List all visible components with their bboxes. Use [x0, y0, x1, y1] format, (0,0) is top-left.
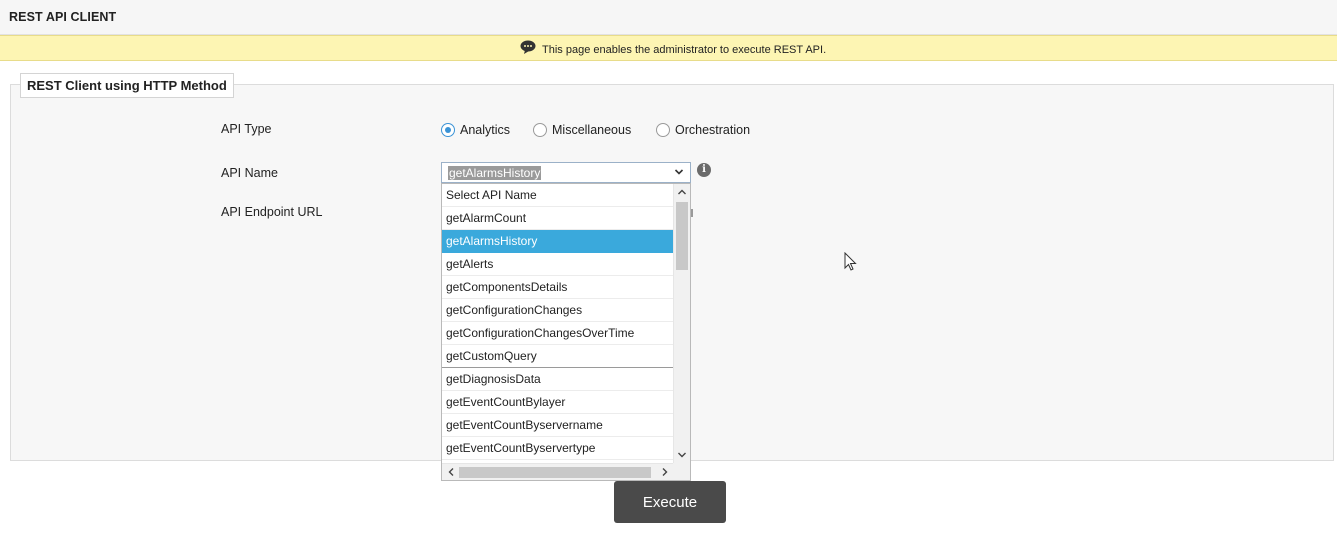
radio-miscellaneous-circle[interactable]	[533, 123, 547, 137]
radio-orchestration-label: Orchestration	[675, 123, 751, 137]
radio-orchestration-circle[interactable]	[656, 123, 670, 137]
info-message: This page enables the administrator to e…	[542, 44, 827, 56]
option-select-api-name[interactable]: Select API Name	[442, 184, 674, 207]
option-get-components-details[interactable]: getComponentsDetails	[442, 276, 674, 299]
mouse-pointer-icon	[844, 252, 857, 271]
radio-miscellaneous-label: Miscellaneous	[552, 123, 632, 137]
api-name-options[interactable]: Select API Name getAlarmCount getAlarmsH…	[442, 184, 674, 464]
title-bar: REST API CLIENT	[0, 0, 1337, 35]
horizontal-scrollbar[interactable]	[442, 463, 674, 480]
chevron-down-icon[interactable]	[674, 167, 684, 177]
scroll-up-icon[interactable]	[677, 187, 687, 197]
info-bar: This page enables the administrator to e…	[0, 35, 1337, 61]
api-type-label: API Type	[221, 122, 272, 136]
option-get-alarms-history[interactable]: getAlarmsHistory	[442, 230, 674, 253]
api-name-label: API Name	[221, 166, 278, 180]
scroll-right-icon[interactable]	[660, 467, 670, 477]
option-get-configuration-changes[interactable]: getConfigurationChanges	[442, 299, 674, 322]
info-icon[interactable]: i	[697, 163, 711, 177]
option-get-event-count-byservertype[interactable]: getEventCountByservertype	[442, 437, 674, 460]
radio-miscellaneous[interactable]: Miscellaneous	[533, 122, 631, 138]
option-get-event-count-byservername[interactable]: getEventCountByservername	[442, 414, 674, 437]
vertical-scrollbar[interactable]	[673, 184, 690, 464]
execute-button[interactable]: Execute	[614, 481, 726, 523]
page-title: REST API CLIENT	[9, 10, 117, 24]
option-get-alarm-count[interactable]: getAlarmCount	[442, 207, 674, 230]
radio-analytics-circle[interactable]	[441, 123, 455, 137]
api-name-selected-value: getAlarmsHistory	[448, 166, 542, 180]
scroll-down-icon[interactable]	[677, 450, 687, 460]
hidden-control-edge	[691, 209, 693, 217]
speech-bubble-icon	[520, 40, 536, 54]
scroll-left-icon[interactable]	[446, 467, 456, 477]
radio-analytics[interactable]: Analytics	[441, 122, 510, 138]
horizontal-scroll-thumb[interactable]	[459, 467, 651, 478]
panel-legend: REST Client using HTTP Method	[20, 73, 234, 98]
vertical-scroll-thumb[interactable]	[676, 202, 688, 270]
option-get-diagnosis-data[interactable]: getDiagnosisData	[442, 368, 674, 391]
option-get-custom-query[interactable]: getCustomQuery	[442, 345, 674, 368]
option-get-alerts[interactable]: getAlerts	[442, 253, 674, 276]
api-name-select[interactable]: getAlarmsHistory	[441, 162, 691, 183]
radio-analytics-label: Analytics	[460, 123, 511, 137]
api-endpoint-label: API Endpoint URL	[221, 205, 323, 219]
option-get-event-count-bylayer[interactable]: getEventCountBylayer	[442, 391, 674, 414]
radio-orchestration[interactable]: Orchestration	[656, 122, 750, 138]
api-name-dropdown-list[interactable]: Select API Name getAlarmCount getAlarmsH…	[441, 183, 691, 481]
scrollbar-corner	[673, 463, 690, 480]
option-get-configuration-changes-over-time[interactable]: getConfigurationChangesOverTime	[442, 322, 674, 345]
